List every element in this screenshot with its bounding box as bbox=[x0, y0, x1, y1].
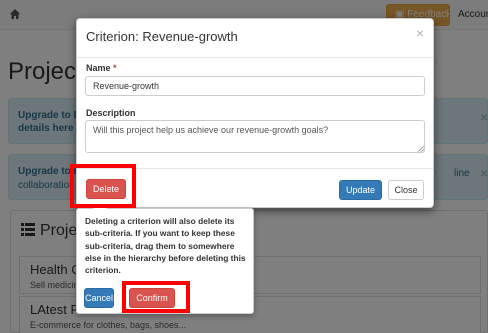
name-label-text: Name bbox=[86, 63, 111, 73]
delete-highlight-box bbox=[70, 164, 136, 208]
cancel-button[interactable]: Cancel bbox=[84, 288, 114, 308]
required-marker: * bbox=[113, 63, 117, 73]
popover-message: Deleting a criterion will also delete it… bbox=[85, 216, 246, 276]
name-field[interactable] bbox=[85, 76, 425, 96]
resize-grip-icon[interactable] bbox=[418, 146, 424, 152]
confirm-highlight-box bbox=[122, 281, 190, 313]
close-button[interactable]: Close bbox=[388, 180, 424, 200]
close-icon[interactable]: × bbox=[416, 25, 424, 41]
name-label: Name * bbox=[86, 63, 117, 73]
description-field[interactable]: Will this project help us achieve our re… bbox=[85, 120, 425, 153]
modal-header: Criterion: Revenue-growth × bbox=[77, 19, 433, 58]
modal-title: Criterion: Revenue-growth bbox=[86, 29, 238, 44]
update-button[interactable]: Update bbox=[339, 180, 382, 200]
description-label: Description bbox=[86, 108, 136, 118]
